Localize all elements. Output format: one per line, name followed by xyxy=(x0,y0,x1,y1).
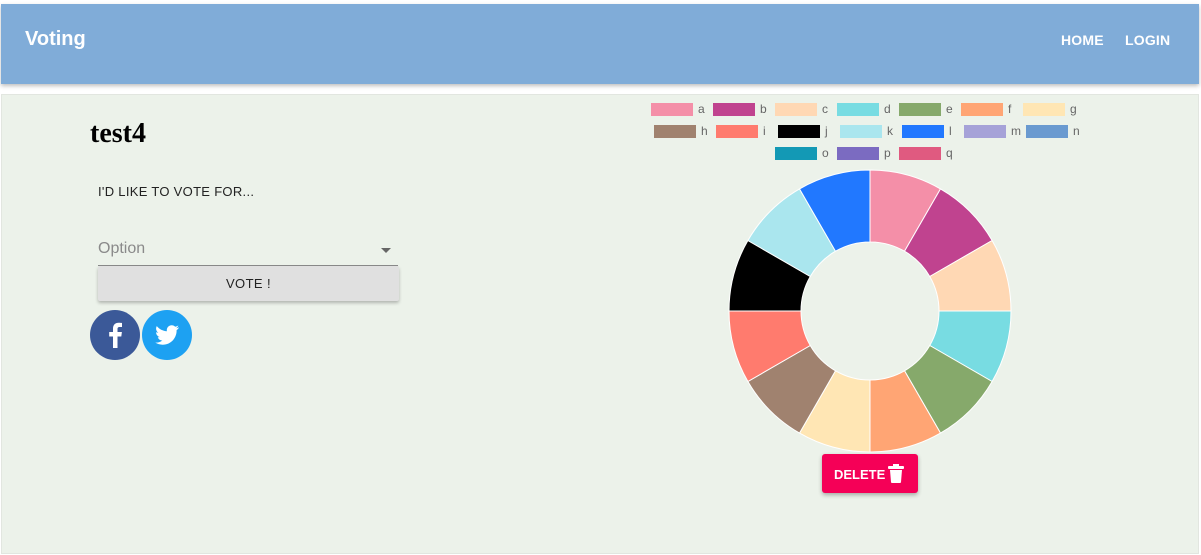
delete-label: DELETE xyxy=(834,467,886,482)
delete-button[interactable]: DELETE xyxy=(822,454,918,493)
donut-chart xyxy=(728,169,1012,453)
trash-icon xyxy=(888,464,904,483)
